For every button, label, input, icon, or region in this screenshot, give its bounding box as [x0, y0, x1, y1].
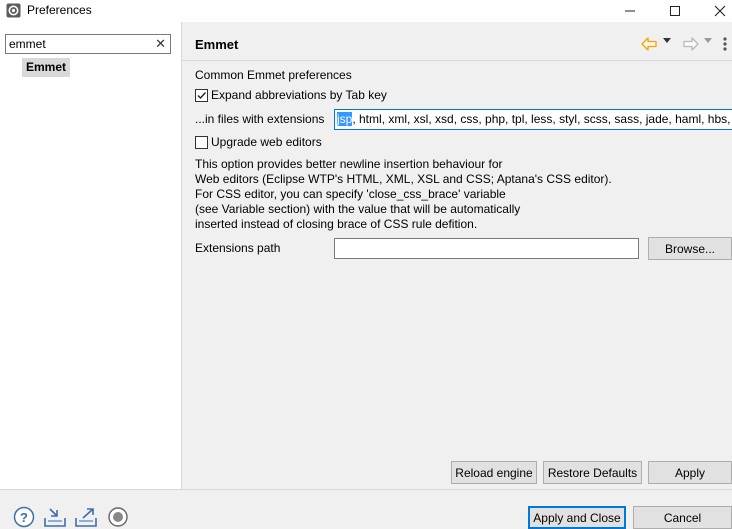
close-window-button[interactable]: [698, 0, 732, 22]
preference-tree-panel: [0, 22, 181, 489]
view-menu-icon[interactable]: [722, 36, 728, 52]
export-icon[interactable]: [74, 506, 98, 528]
extensions-path-label: Extensions path: [195, 241, 281, 255]
upgrade-web-editors-label: Upgrade web editors: [211, 135, 322, 149]
record-icon[interactable]: [106, 506, 130, 528]
filter-field[interactable]: ✕: [5, 34, 171, 54]
help-icon[interactable]: ?: [12, 506, 36, 528]
page-title: Emmet: [195, 37, 239, 52]
extensions-path-input[interactable]: [334, 238, 639, 259]
apply-button[interactable]: Apply: [648, 461, 732, 484]
extensions-label: ...in files with extensions: [195, 112, 325, 126]
header-separator: [182, 60, 732, 61]
apply-and-close-button[interactable]: Apply and Close: [528, 506, 626, 529]
browse-button[interactable]: Browse...: [648, 237, 732, 260]
close-icon: [714, 5, 726, 17]
footer-separator: [0, 489, 732, 490]
back-arrow-icon[interactable]: [640, 35, 658, 53]
checkmark-icon: [197, 91, 207, 99]
tree-item-emmet[interactable]: Emmet: [22, 58, 71, 77]
forward-arrow-icon[interactable]: [682, 35, 700, 53]
window-title: Preferences: [27, 3, 92, 17]
reload-engine-button[interactable]: Reload engine: [451, 461, 537, 484]
upgrade-description: This option provides better newline inse…: [195, 157, 612, 231]
maximize-button[interactable]: [653, 0, 697, 22]
checkbox-checked[interactable]: [195, 88, 208, 102]
maximize-icon: [670, 6, 680, 16]
cancel-button[interactable]: Cancel: [633, 506, 732, 529]
expand-abbreviations-checkbox[interactable]: Expand abbreviations by Tab key: [195, 88, 387, 102]
restore-defaults-button[interactable]: Restore Defaults: [543, 461, 642, 484]
eclipse-preferences-icon: [6, 3, 21, 18]
extensions-selected-text: jsp: [337, 112, 353, 126]
minimize-icon: [625, 10, 635, 12]
panel-divider[interactable]: [181, 22, 182, 489]
checkbox-unchecked[interactable]: [195, 135, 208, 149]
forward-dropdown-icon[interactable]: [704, 38, 712, 44]
svg-text:?: ?: [20, 510, 28, 525]
clear-filter-icon[interactable]: ✕: [155, 36, 166, 52]
upgrade-web-editors-checkbox[interactable]: Upgrade web editors: [195, 135, 322, 149]
title-bar: Preferences: [0, 0, 732, 22]
section-label: Common Emmet preferences: [195, 68, 352, 82]
extensions-input[interactable]: jsp, html, xml, xsl, xsd, css, php, tpl,…: [334, 109, 732, 130]
import-icon[interactable]: [43, 506, 67, 528]
filter-input[interactable]: [9, 36, 149, 52]
back-dropdown-icon[interactable]: [663, 38, 671, 44]
expand-abbreviations-label: Expand abbreviations by Tab key: [211, 88, 387, 102]
extensions-text: , html, xml, xsl, xsd, css, php, tpl, le…: [352, 112, 731, 126]
minimize-button[interactable]: [608, 0, 652, 22]
